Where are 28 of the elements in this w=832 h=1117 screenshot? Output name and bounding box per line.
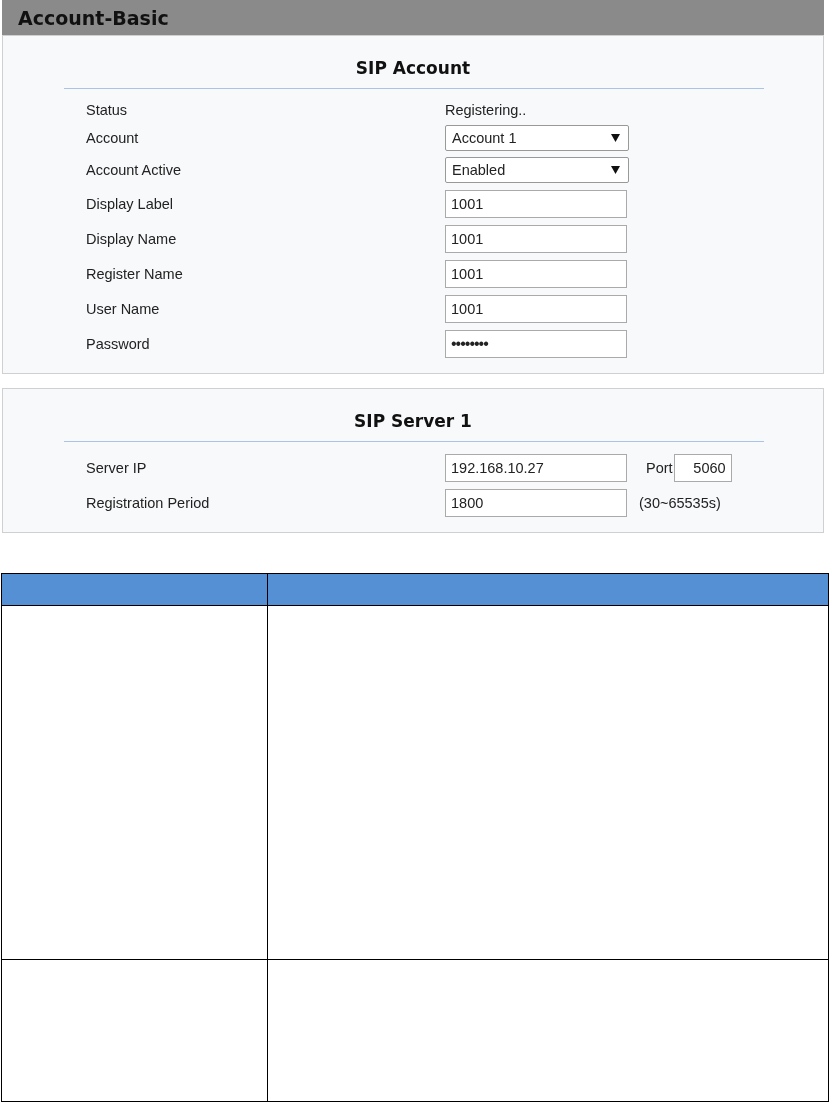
page-title: Account-Basic	[18, 6, 169, 29]
field-label: User Name	[86, 300, 161, 317]
range-hint: (30~65535s)	[639, 494, 721, 511]
input-field[interactable]: 1001	[445, 259, 627, 288]
field-label: Status	[86, 101, 129, 118]
field-label: Register Name	[86, 265, 184, 282]
section-title: SIP Account	[355, 58, 471, 78]
field-label: Port	[646, 459, 673, 476]
field-label: Server IP	[86, 459, 148, 476]
dropdown[interactable]: Enabled	[445, 157, 629, 183]
caret-icon	[611, 166, 620, 174]
section-title: SIP Server 1	[354, 411, 472, 431]
input-field[interactable]: 1800	[445, 488, 627, 517]
field-label: Account	[86, 130, 140, 146]
field-label: Display Name	[86, 230, 178, 247]
dropdown[interactable]: Account 1	[445, 125, 629, 151]
input-field[interactable]: 192.168.10.27	[445, 453, 627, 482]
input-field[interactable]: 1001	[445, 294, 627, 323]
field-label: Registration Period	[86, 494, 211, 511]
status-text: Registering..	[445, 101, 527, 118]
field-label: Password	[86, 335, 151, 352]
password-field[interactable]: ••••••••	[445, 329, 627, 358]
input-field[interactable]: 5060	[673, 453, 732, 482]
field-label: Account Active	[86, 162, 183, 178]
field-label: Display Label	[86, 195, 175, 212]
input-field[interactable]: 1001	[445, 189, 627, 218]
caret-icon	[611, 134, 620, 142]
input-field[interactable]: 1001	[445, 224, 627, 253]
